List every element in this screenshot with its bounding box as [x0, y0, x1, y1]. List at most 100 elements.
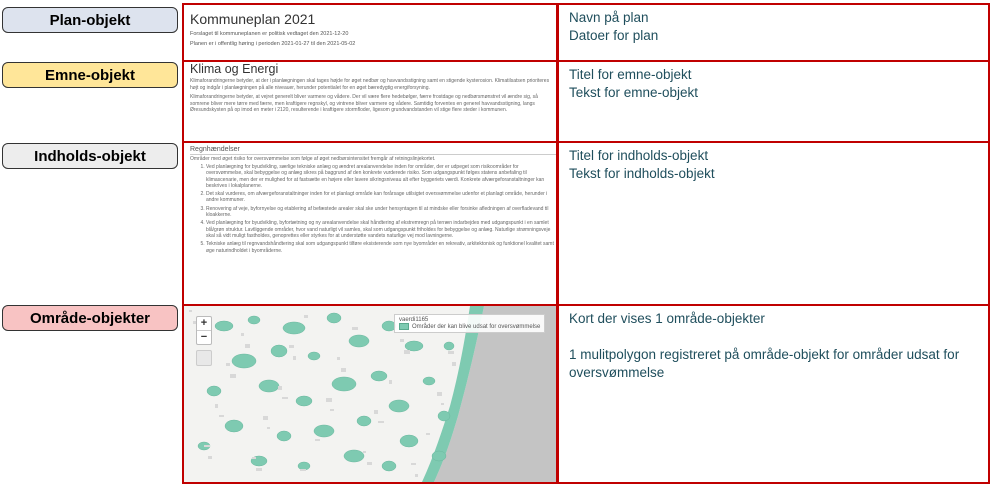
urban-block: [315, 439, 320, 441]
flood-patch: [231, 353, 257, 369]
urban-block: [341, 368, 346, 372]
plan-title: Kommuneplan 2021: [190, 11, 316, 27]
emne-paragraph: Klimaforandringerne betyder, at der i pl…: [190, 78, 550, 91]
urban-block: [304, 315, 308, 318]
emne-paragraph: Klimaforandringerne betyder, at vejret g…: [190, 94, 538, 113]
flood-patch: [343, 449, 365, 463]
emne-desc-line: Tekst for emne-objekt: [569, 85, 699, 100]
flood-patch: [399, 434, 419, 448]
flood-patch: [206, 385, 222, 397]
legend-item: Områder der kan blive udsat for oversvøm…: [399, 323, 540, 330]
omraade-desc-line: Kort der vises 1 område-objekter: [569, 311, 765, 326]
flood-patch: [297, 461, 311, 471]
urban-block: [293, 356, 296, 360]
urban-block: [278, 386, 282, 390]
flood-patch: [270, 344, 288, 358]
zoom-in-button[interactable]: +: [197, 317, 211, 330]
flood-patch: [437, 410, 451, 422]
flood-patch: [326, 312, 342, 324]
emne-desc-line: Titel for emne-objekt: [569, 67, 692, 82]
indhold-description-panel: Titel for indholds-objekt Tekst for indh…: [557, 141, 990, 306]
omraade-map-panel: + − vaerdi1165 Områder der kan blive uds…: [182, 304, 558, 484]
emne-screenshot-panel: Klima og Energi Klimaforandringerne bety…: [182, 60, 558, 143]
urban-block: [389, 380, 392, 384]
urban-block: [230, 374, 236, 378]
emne-title: Klima og Energi: [190, 62, 279, 76]
flood-patch: [247, 315, 261, 325]
plan-screenshot-panel: Kommuneplan 2021 Forslaget til kommunepl…: [182, 3, 558, 62]
indhold-intro: Områder med øget risiko for oversvømmels…: [190, 156, 436, 162]
urban-block: [374, 410, 378, 414]
indhold-list: Ved planlægning for byudvikling, særlige…: [184, 164, 556, 254]
map-legend: vaerdi1165 Områder der kan blive udsat f…: [394, 314, 546, 334]
flood-patch: [348, 334, 370, 348]
urban-block: [411, 463, 416, 465]
plan-adoption-date: Forslaget til kommuneplanen er politisk …: [190, 31, 349, 37]
flood-patch: [295, 395, 313, 407]
urban-block: [208, 456, 212, 459]
urban-block: [263, 416, 268, 420]
plan-desc-line: Datoer for plan: [569, 28, 659, 43]
flood-map[interactable]: + − vaerdi1165 Områder der kan blive uds…: [184, 306, 556, 482]
omraade-desc-line: 1 mulitpolygon registreret på område-obj…: [569, 347, 960, 380]
flood-patch: [214, 320, 234, 332]
indhold-heading: Regnhændelser: [190, 146, 556, 155]
urban-block: [415, 474, 418, 477]
urban-block: [400, 339, 404, 342]
plan-desc-line: Navn på plan: [569, 10, 649, 25]
emne-description-panel: Titel for emne-objekt Tekst for emne-obj…: [557, 60, 990, 143]
urban-block: [367, 462, 372, 465]
urban-block: [289, 345, 294, 348]
urban-block: [282, 397, 288, 399]
urban-block: [352, 327, 358, 330]
flood-patch: [313, 424, 335, 438]
flood-patch: [224, 419, 244, 433]
urban-block: [378, 421, 384, 423]
urban-block: [219, 415, 224, 417]
emne-body: Klimaforandringerne betyder, at der i pl…: [184, 78, 556, 114]
urban-block: [452, 362, 456, 366]
list-item: Renovering af veje, byfornyelse og etabl…: [206, 206, 556, 219]
flood-patch: [388, 399, 410, 413]
list-item: Ved planlægning for byudvikling, byfortæ…: [206, 220, 556, 239]
urban-block: [330, 409, 334, 411]
urban-block: [256, 468, 262, 471]
urban-block: [226, 363, 230, 366]
layers-icon[interactable]: [196, 350, 212, 366]
flood-patch: [404, 340, 424, 352]
plan-hearing-period: Planen er i offentlig høring i perioden …: [190, 41, 356, 47]
omraade-description-panel: Kort der vises 1 område-objekter 1 mulit…: [557, 304, 990, 484]
indhold-screenshot-panel: Regnhændelser Områder med øget risiko fo…: [182, 141, 558, 306]
plan-objekt-label: Plan-objekt: [2, 7, 178, 33]
indholds-objekt-label: Indholds-objekt: [2, 143, 178, 169]
urban-block: [404, 350, 410, 354]
flood-patch: [276, 430, 292, 442]
flood-patch: [356, 415, 372, 427]
flood-patch: [331, 376, 357, 392]
flood-patch: [422, 376, 436, 386]
urban-block: [267, 427, 270, 429]
urban-block: [300, 469, 306, 471]
plan-description-panel: Navn på plan Datoer for plan: [557, 3, 990, 62]
omraade-objekter-label: Område-objekter: [2, 305, 178, 331]
legend-item-label: Områder der kan blive udsat for oversvøm…: [412, 324, 541, 331]
urban-block: [363, 451, 366, 453]
urban-block: [189, 310, 192, 312]
zoom-out-button[interactable]: −: [197, 330, 211, 344]
zoom-control: + −: [196, 316, 212, 345]
urban-block: [426, 433, 430, 435]
flood-patch: [370, 370, 388, 382]
urban-block: [204, 445, 210, 447]
flood-patch: [258, 379, 280, 393]
urban-block: [245, 344, 250, 348]
legend-swatch: [399, 323, 409, 330]
list-item: Det skal vurderes, om afværgeforanstaltn…: [206, 191, 556, 204]
list-item: Ved planlægning for byudvikling, særlige…: [206, 164, 556, 189]
urban-block: [337, 357, 340, 360]
flood-patch: [381, 460, 397, 472]
urban-block: [215, 404, 218, 408]
urban-block: [241, 333, 244, 336]
flood-patch: [443, 341, 455, 351]
flood-patch: [307, 351, 321, 361]
flood-patch: [282, 321, 306, 335]
